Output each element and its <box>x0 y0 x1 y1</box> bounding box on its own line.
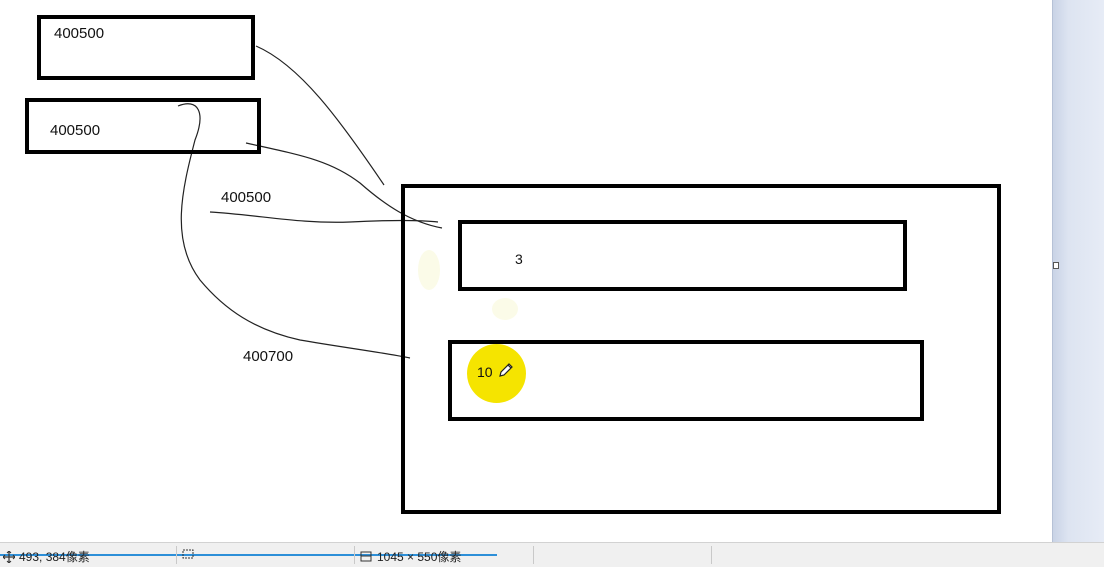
pencil-icon <box>499 363 513 377</box>
move-cursor-icon <box>3 550 15 563</box>
canvas-resize-handle[interactable] <box>1053 262 1059 269</box>
paint-canvas[interactable]: 400500 400500 400500 400700 3 10 <box>0 0 1052 542</box>
status-image-size-text: 1045 × 550像素 <box>377 550 462 564</box>
inner-box-lower-value: 10 <box>477 364 493 380</box>
stroke-top-box-to-frame <box>255 45 385 186</box>
inner-box-upper <box>458 220 907 291</box>
status-separator <box>711 546 712 564</box>
status-separator <box>354 546 355 564</box>
status-bar: 493, 384像素 1045 × 550像素 <box>0 542 1104 567</box>
status-cursor-position: 493, 384像素 <box>3 548 90 565</box>
inner-box-upper-value: 3 <box>515 251 523 267</box>
status-image-size: 1045 × 550像素 <box>360 548 461 565</box>
status-separator <box>176 546 177 564</box>
address-label-b: 400700 <box>243 348 294 365</box>
address-label-a: 400500 <box>221 189 272 206</box>
status-cursor-position-text: 493, 384像素 <box>19 550 90 564</box>
memory-box-second-value: 400500 <box>50 122 101 139</box>
memory-box-top-value: 400500 <box>54 25 105 42</box>
canvas-side-panel <box>1052 0 1104 542</box>
selection-icon <box>182 549 194 559</box>
status-separator <box>533 546 534 564</box>
status-selection <box>182 548 195 560</box>
image-size-icon <box>360 551 372 561</box>
